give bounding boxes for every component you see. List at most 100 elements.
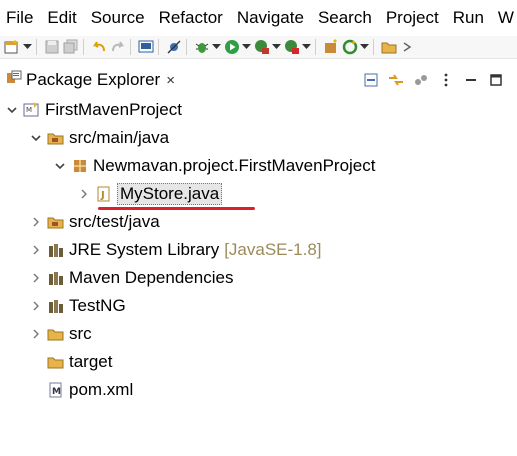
toolbar-separator <box>373 39 374 55</box>
package-explorer-icon <box>6 70 22 91</box>
next-annotation-icon[interactable] <box>402 37 414 57</box>
tree-label: TestNG <box>69 296 126 315</box>
toolbar-separator <box>158 39 159 55</box>
link-with-editor-icon[interactable] <box>385 70 407 90</box>
run-icon[interactable] <box>224 37 240 57</box>
chevron-right-icon[interactable] <box>30 328 42 340</box>
tree-item-jre-library[interactable]: JRE System Library [JavaSE-1.8] <box>30 236 322 264</box>
chevron-down-icon[interactable] <box>272 37 281 57</box>
chevron-down-icon[interactable] <box>242 37 251 57</box>
package-icon <box>71 157 89 175</box>
tree-label: target <box>69 352 113 371</box>
console-icon[interactable] <box>138 37 154 57</box>
chevron-right-icon[interactable] <box>30 272 42 284</box>
external-tools-icon[interactable] <box>284 37 300 57</box>
tree-label: Newmavan.project.FirstMavenProject <box>93 156 376 175</box>
source-folder-icon <box>47 213 65 231</box>
chevron-right-icon[interactable] <box>30 244 42 256</box>
close-icon[interactable]: × <box>166 72 175 89</box>
tree-label-selected: MyStore.java <box>117 183 223 205</box>
view-title: Package Explorer <box>26 70 161 89</box>
tree-item-testng[interactable]: TestNG <box>30 292 126 320</box>
refresh-icon[interactable] <box>342 37 358 57</box>
main-toolbar <box>0 36 517 59</box>
open-folder-icon[interactable] <box>381 37 399 57</box>
tree-label: src <box>69 324 92 343</box>
save-all-icon[interactable] <box>63 37 79 57</box>
folder-icon <box>47 353 65 371</box>
view-actions <box>357 70 507 90</box>
jre-version-label: [JavaSE-1.8] <box>224 240 322 259</box>
toolbar-separator <box>83 39 84 55</box>
chevron-right-icon[interactable] <box>30 216 42 228</box>
chevron-right-icon[interactable] <box>78 188 90 200</box>
save-icon[interactable] <box>44 37 60 57</box>
tree-item-maven-dependencies[interactable]: Maven Dependencies <box>30 264 233 292</box>
chevron-down-icon[interactable] <box>212 37 221 57</box>
chevron-down-icon[interactable] <box>360 37 369 57</box>
tree-item-target[interactable]: target <box>30 348 112 376</box>
debug-bug-icon[interactable] <box>194 37 210 57</box>
chevron-down-icon[interactable] <box>302 37 311 57</box>
red-underline-annotation <box>98 207 255 210</box>
focus-on-active-task-icon[interactable] <box>410 70 432 90</box>
toolbar-separator <box>315 39 316 55</box>
tree-label: FirstMavenProject <box>45 100 182 119</box>
folder-icon <box>47 325 65 343</box>
toolbar-separator <box>130 39 131 55</box>
xml-file-icon: M <box>47 381 65 399</box>
skip-breakpoints-icon[interactable] <box>166 37 182 57</box>
menu-search[interactable]: Search <box>311 0 379 36</box>
tree-item-pom[interactable]: M pom.xml <box>30 376 133 404</box>
chevron-down-icon[interactable] <box>54 160 66 172</box>
menu-navigate[interactable]: Navigate <box>230 0 311 36</box>
tree-label: src/main/java <box>69 128 170 147</box>
tree-label: Maven Dependencies <box>69 268 234 287</box>
tree-item-src-test-java[interactable]: src/test/java <box>30 208 160 236</box>
tree-item-src[interactable]: src <box>30 320 92 348</box>
undo-icon[interactable] <box>91 37 107 57</box>
tree-label: src/test/java <box>69 212 160 231</box>
collapse-all-icon[interactable] <box>360 70 382 90</box>
menu-source[interactable]: Source <box>84 0 152 36</box>
view-menu-icon[interactable] <box>435 70 457 90</box>
menu-project[interactable]: Project <box>379 0 446 36</box>
tree-item-package[interactable]: Newmavan.project.FirstMavenProject <box>54 152 375 180</box>
menu-edit[interactable]: Edit <box>40 0 83 36</box>
library-icon <box>47 269 65 287</box>
chevron-down-icon[interactable] <box>23 37 32 57</box>
package-explorer-header: Package Explorer × <box>0 66 517 94</box>
maximize-icon[interactable] <box>485 70 507 90</box>
toolbar-separator <box>36 39 37 55</box>
menu-run[interactable]: Run <box>446 0 491 36</box>
menu-window[interactable]: W <box>491 0 517 36</box>
chevron-right-icon[interactable] <box>30 300 42 312</box>
new-package-icon[interactable] <box>323 37 339 57</box>
menu-bar: File Edit Source Refactor Navigate Searc… <box>0 0 517 36</box>
tree-label: pom.xml <box>69 380 134 399</box>
tab-package-explorer[interactable]: Package Explorer × <box>0 66 186 94</box>
minimize-icon[interactable] <box>460 70 482 90</box>
library-icon <box>47 241 65 259</box>
menu-refactor[interactable]: Refactor <box>152 0 230 36</box>
tree-item-src-main-java[interactable]: src/main/java <box>30 124 169 152</box>
redo-icon[interactable] <box>110 37 126 57</box>
svg-text:M: M <box>52 387 61 397</box>
toolbar-separator <box>186 39 187 55</box>
maven-project-icon: M <box>23 101 41 119</box>
menu-file[interactable]: File <box>0 0 40 36</box>
tree-label: JRE System Library <box>69 240 220 259</box>
source-folder-icon <box>47 129 65 147</box>
chevron-down-icon[interactable] <box>6 104 18 116</box>
svg-text:J: J <box>100 190 105 201</box>
java-file-icon: J <box>95 185 113 203</box>
tree-item-project[interactable]: M FirstMavenProject <box>6 96 182 124</box>
new-icon[interactable] <box>3 37 21 57</box>
coverage-icon[interactable] <box>254 37 270 57</box>
library-icon <box>47 297 65 315</box>
chevron-down-icon[interactable] <box>30 132 42 144</box>
svg-text:M: M <box>26 106 32 114</box>
tree-item-mystore-java[interactable]: J MyStore.java <box>78 180 223 208</box>
